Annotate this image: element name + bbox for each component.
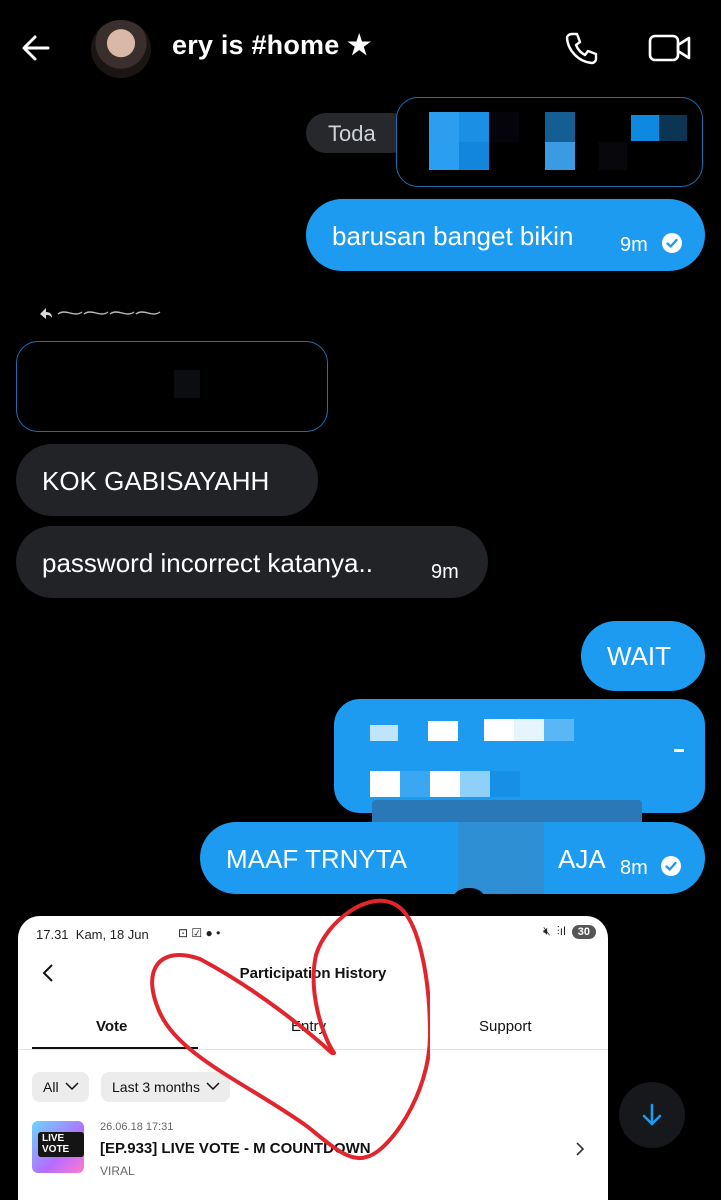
censored-quoted-message — [16, 341, 328, 432]
message-timestamp: 8m — [620, 857, 648, 879]
censor-pixel — [174, 370, 200, 398]
mute-icon: 🔇︎ — [543, 924, 551, 938]
sent-message-bubble[interactable]: barusan banget bikin 9m — [306, 199, 705, 271]
censor-block — [458, 822, 544, 894]
back-arrow-icon[interactable] — [18, 30, 54, 66]
read-check-icon — [661, 856, 681, 876]
video-call-icon[interactable] — [648, 32, 692, 64]
message-text: KOK GABISAYAHH — [42, 466, 270, 496]
signal-icon: ⫶ıl — [556, 924, 566, 938]
scroll-to-bottom-button[interactable] — [619, 1082, 685, 1148]
filter-all-dropdown: All — [32, 1072, 89, 1102]
reply-indicator-icon — [40, 308, 161, 319]
censored-quoted-message — [396, 97, 703, 187]
message-timestamp: 9m — [431, 561, 459, 583]
phone-icon[interactable] — [563, 30, 599, 66]
thumbnail-text: LIVE VOTE — [38, 1132, 84, 1157]
received-message-bubble[interactable]: KOK GABISAYAHH — [16, 444, 318, 516]
arrow-down-icon — [642, 1103, 662, 1126]
message-text: password incorrect katanya.. — [42, 548, 373, 578]
message-text: WAIT — [607, 641, 672, 671]
sent-message-bubble[interactable]: MAAF TRNYTA AJA 8m — [200, 822, 705, 906]
message-tail — [454, 888, 484, 906]
drawn-heart-annotation — [150, 898, 430, 1161]
item-category: VIRAL — [100, 1164, 135, 1178]
battery-indicator: 30 — [571, 924, 596, 939]
tab-vote: Vote — [96, 1018, 128, 1035]
message-text: barusan banget bikin — [332, 221, 574, 251]
message-text: MAAF TRNYTA — [226, 844, 408, 874]
tab-support: Support — [479, 1018, 532, 1035]
received-message-bubble[interactable]: password incorrect katanya.. 9m — [16, 526, 488, 598]
censored-sent-message[interactable] — [334, 699, 705, 813]
status-bar-right: 🔇︎ ⫶ıl 30 — [543, 924, 596, 939]
avatar[interactable] — [91, 20, 151, 78]
read-check-icon — [662, 233, 682, 253]
chevron-down-icon — [65, 1082, 79, 1090]
sent-message-bubble[interactable]: WAIT — [581, 621, 705, 691]
chat-header: ery is #home ★ — [0, 0, 721, 98]
chevron-right-icon — [576, 1142, 585, 1156]
vote-thumbnail: LIVE VOTE — [32, 1121, 84, 1173]
conversation-title[interactable]: ery is #home ★ — [172, 30, 372, 61]
message-text: AJA — [558, 844, 606, 874]
status-bar-time: 17.31 Kam, 18 Jun — [36, 927, 149, 942]
message-timestamp: 9m — [620, 234, 648, 256]
